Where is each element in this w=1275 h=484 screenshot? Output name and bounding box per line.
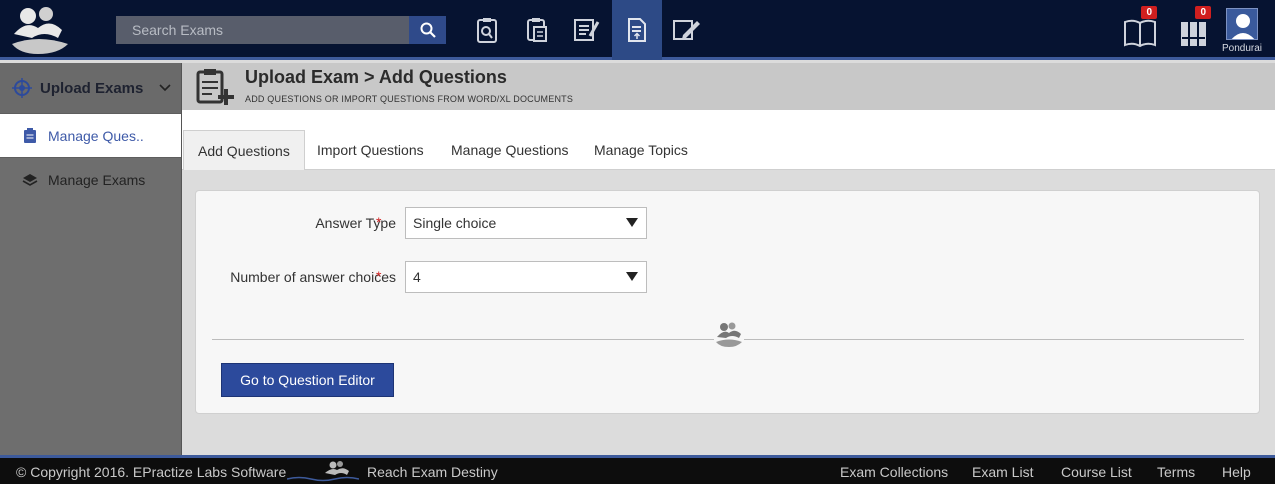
epractize-mini-logo-icon	[714, 321, 744, 347]
avatar	[1226, 8, 1258, 40]
tab-bar: Add Questions Import Questions Manage Qu…	[182, 110, 1275, 170]
sidebar-item-label: Manage Ques..	[48, 127, 144, 144]
sidebar-item-manage-questions[interactable]: Manage Ques..	[0, 113, 181, 157]
user-icon	[1231, 14, 1255, 39]
answer-type-row: Answer Type * Single choice	[196, 207, 1261, 239]
footer-link-exam-list[interactable]: Exam List	[972, 464, 1033, 480]
library-count-badge: 0	[1141, 6, 1157, 19]
answer-type-select[interactable]: Single choice	[405, 207, 647, 239]
sidebar: Upload Exams Manage Ques.. Manage Exams	[0, 63, 182, 455]
search-input[interactable]	[116, 16, 409, 44]
tab-import-questions[interactable]: Import Questions	[303, 130, 438, 170]
checklist-icon[interactable]	[562, 0, 612, 60]
document-upload-icon[interactable]	[612, 0, 662, 60]
footer-link-course-list[interactable]: Course List	[1061, 464, 1132, 480]
footer-tagline: Reach Exam Destiny	[367, 464, 498, 480]
footer-link-terms[interactable]: Terms	[1157, 464, 1195, 480]
library-button[interactable]: 0	[1121, 6, 1161, 52]
sidebar-section-label: Upload Exams	[40, 79, 144, 97]
answer-type-value: Single choice	[413, 215, 497, 231]
add-questions-form: Answer Type * Single choice Number of an…	[195, 190, 1260, 414]
target-icon	[12, 78, 32, 98]
required-mark: *	[376, 268, 382, 284]
main-nav	[462, 0, 712, 60]
go-to-question-editor-button[interactable]: Go to Question Editor	[221, 363, 394, 397]
required-mark: *	[376, 214, 382, 230]
footer: © Copyright 2016. EPractize Labs Softwar…	[0, 455, 1275, 484]
edit-pen-icon[interactable]	[662, 0, 712, 60]
search-button[interactable]	[409, 16, 446, 44]
chevron-down-icon	[159, 84, 171, 92]
stack-icon	[22, 172, 38, 188]
search-bar	[116, 16, 446, 44]
user-profile[interactable]: Pondurai	[1217, 8, 1267, 58]
answer-choices-select[interactable]: 4	[405, 261, 647, 293]
clipboard-search-icon[interactable]	[462, 0, 512, 60]
footer-link-help[interactable]: Help	[1222, 464, 1251, 480]
tab-manage-questions[interactable]: Manage Questions	[437, 130, 583, 170]
clipboard-icon	[22, 127, 38, 144]
footer-link-exam-collections[interactable]: Exam Collections	[840, 464, 948, 480]
sidebar-item-manage-exams[interactable]: Manage Exams	[0, 157, 181, 201]
sidebar-item-label: Manage Exams	[48, 171, 146, 188]
dropdown-arrow-icon	[626, 218, 638, 227]
open-book-icon	[1124, 19, 1156, 48]
tab-add-questions[interactable]: Add Questions	[183, 130, 305, 170]
binders-icon	[1181, 22, 1206, 46]
clipboard-list-icon[interactable]	[512, 0, 562, 60]
page-title: Upload Exam > Add Questions	[245, 67, 507, 87]
collections-count-badge: 0	[1195, 6, 1211, 19]
sidebar-section-upload-exams[interactable]: Upload Exams	[0, 63, 181, 113]
answer-choices-value: 4	[413, 269, 421, 285]
collections-button[interactable]: 0	[1175, 6, 1215, 52]
footer-logo-icon	[286, 460, 360, 482]
add-clipboard-icon	[196, 67, 238, 107]
epractize-logo-icon[interactable]	[8, 4, 72, 56]
user-name: Pondurai	[1221, 43, 1263, 54]
answer-choices-row: Number of answer choices * 4	[196, 261, 1261, 293]
dropdown-arrow-icon	[626, 272, 638, 281]
answer-choices-label: Number of answer choices	[230, 269, 396, 285]
top-navigation-bar: 0 0 Pondurai	[0, 0, 1275, 60]
page-subtitle: ADD QUESTIONS OR IMPORT QUESTIONS FROM W…	[245, 94, 574, 104]
answer-type-label: Answer Type	[315, 215, 396, 231]
search-icon	[420, 22, 436, 38]
main-content: Add Questions Import Questions Manage Qu…	[182, 110, 1275, 455]
tab-manage-topics[interactable]: Manage Topics	[580, 130, 702, 170]
page-header: Upload Exam > Add Questions ADD QUESTION…	[182, 63, 1275, 110]
copyright-text: © Copyright 2016. EPractize Labs Softwar…	[16, 464, 287, 480]
